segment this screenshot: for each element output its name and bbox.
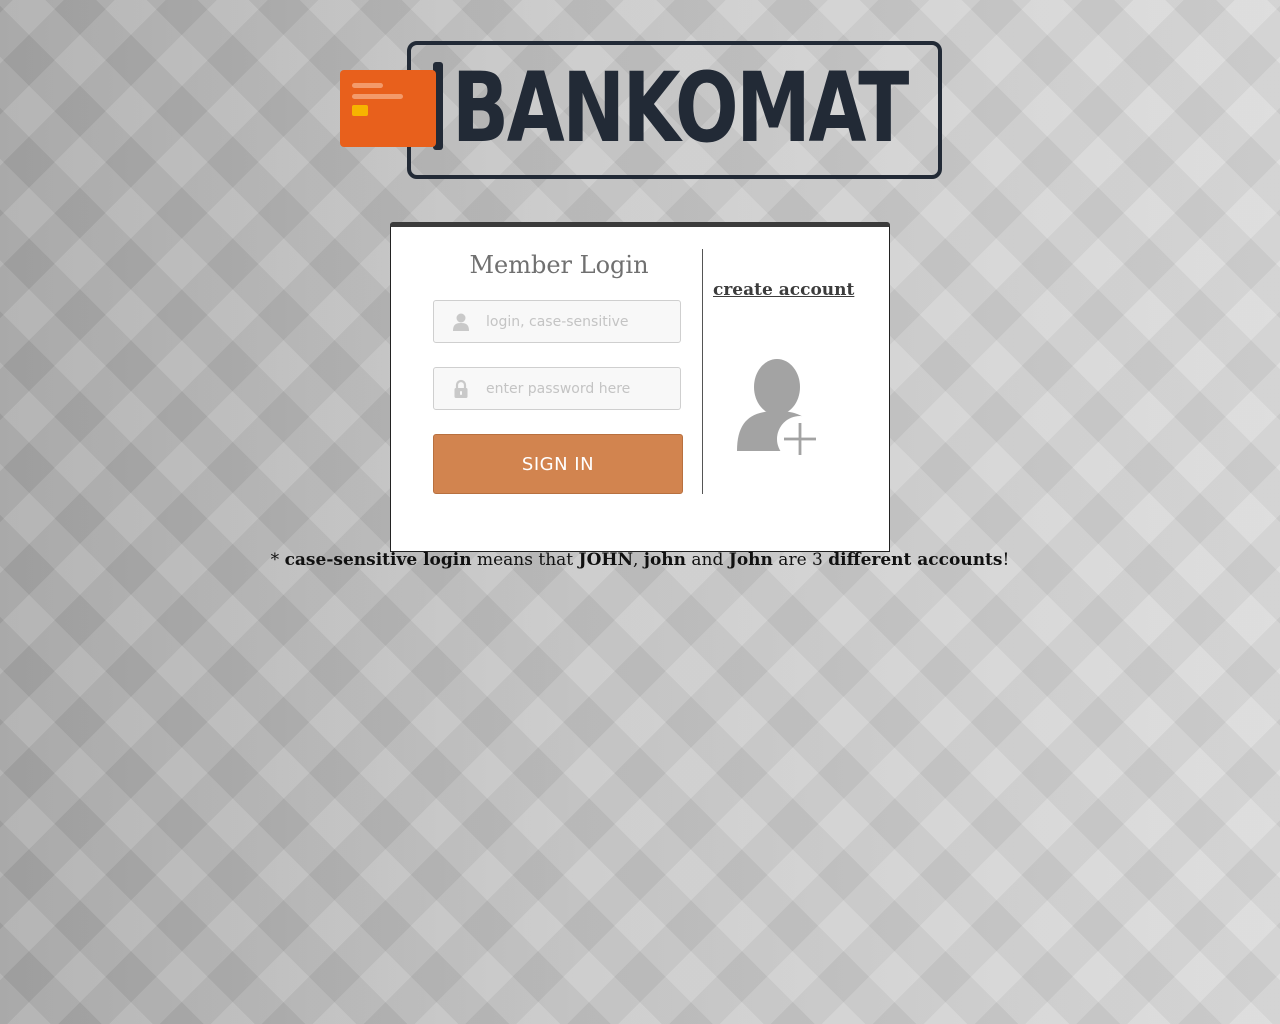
- create-account-link[interactable]: create account: [713, 280, 854, 300]
- logo-text: BANKOMAT: [452, 52, 909, 164]
- sign-in-button[interactable]: SIGN IN: [433, 434, 683, 494]
- credit-card-icon: [340, 70, 436, 147]
- bankomat-logo: BANKOMAT: [340, 41, 942, 179]
- password-field[interactable]: [433, 367, 681, 410]
- add-user-icon[interactable]: [737, 351, 821, 461]
- login-panel: Member Login SIGN IN create account: [390, 222, 890, 552]
- panel-divider: [702, 249, 703, 494]
- login-title: Member Login: [469, 251, 649, 279]
- card-chip: [352, 105, 368, 116]
- case-sensitivity-note: * case-sensitive login means that JOHN, …: [270, 550, 1010, 570]
- password-input[interactable]: [478, 368, 674, 409]
- username-field[interactable]: [433, 300, 681, 343]
- lock-icon: [454, 379, 468, 398]
- username-input[interactable]: [478, 301, 674, 342]
- user-icon: [453, 313, 469, 331]
